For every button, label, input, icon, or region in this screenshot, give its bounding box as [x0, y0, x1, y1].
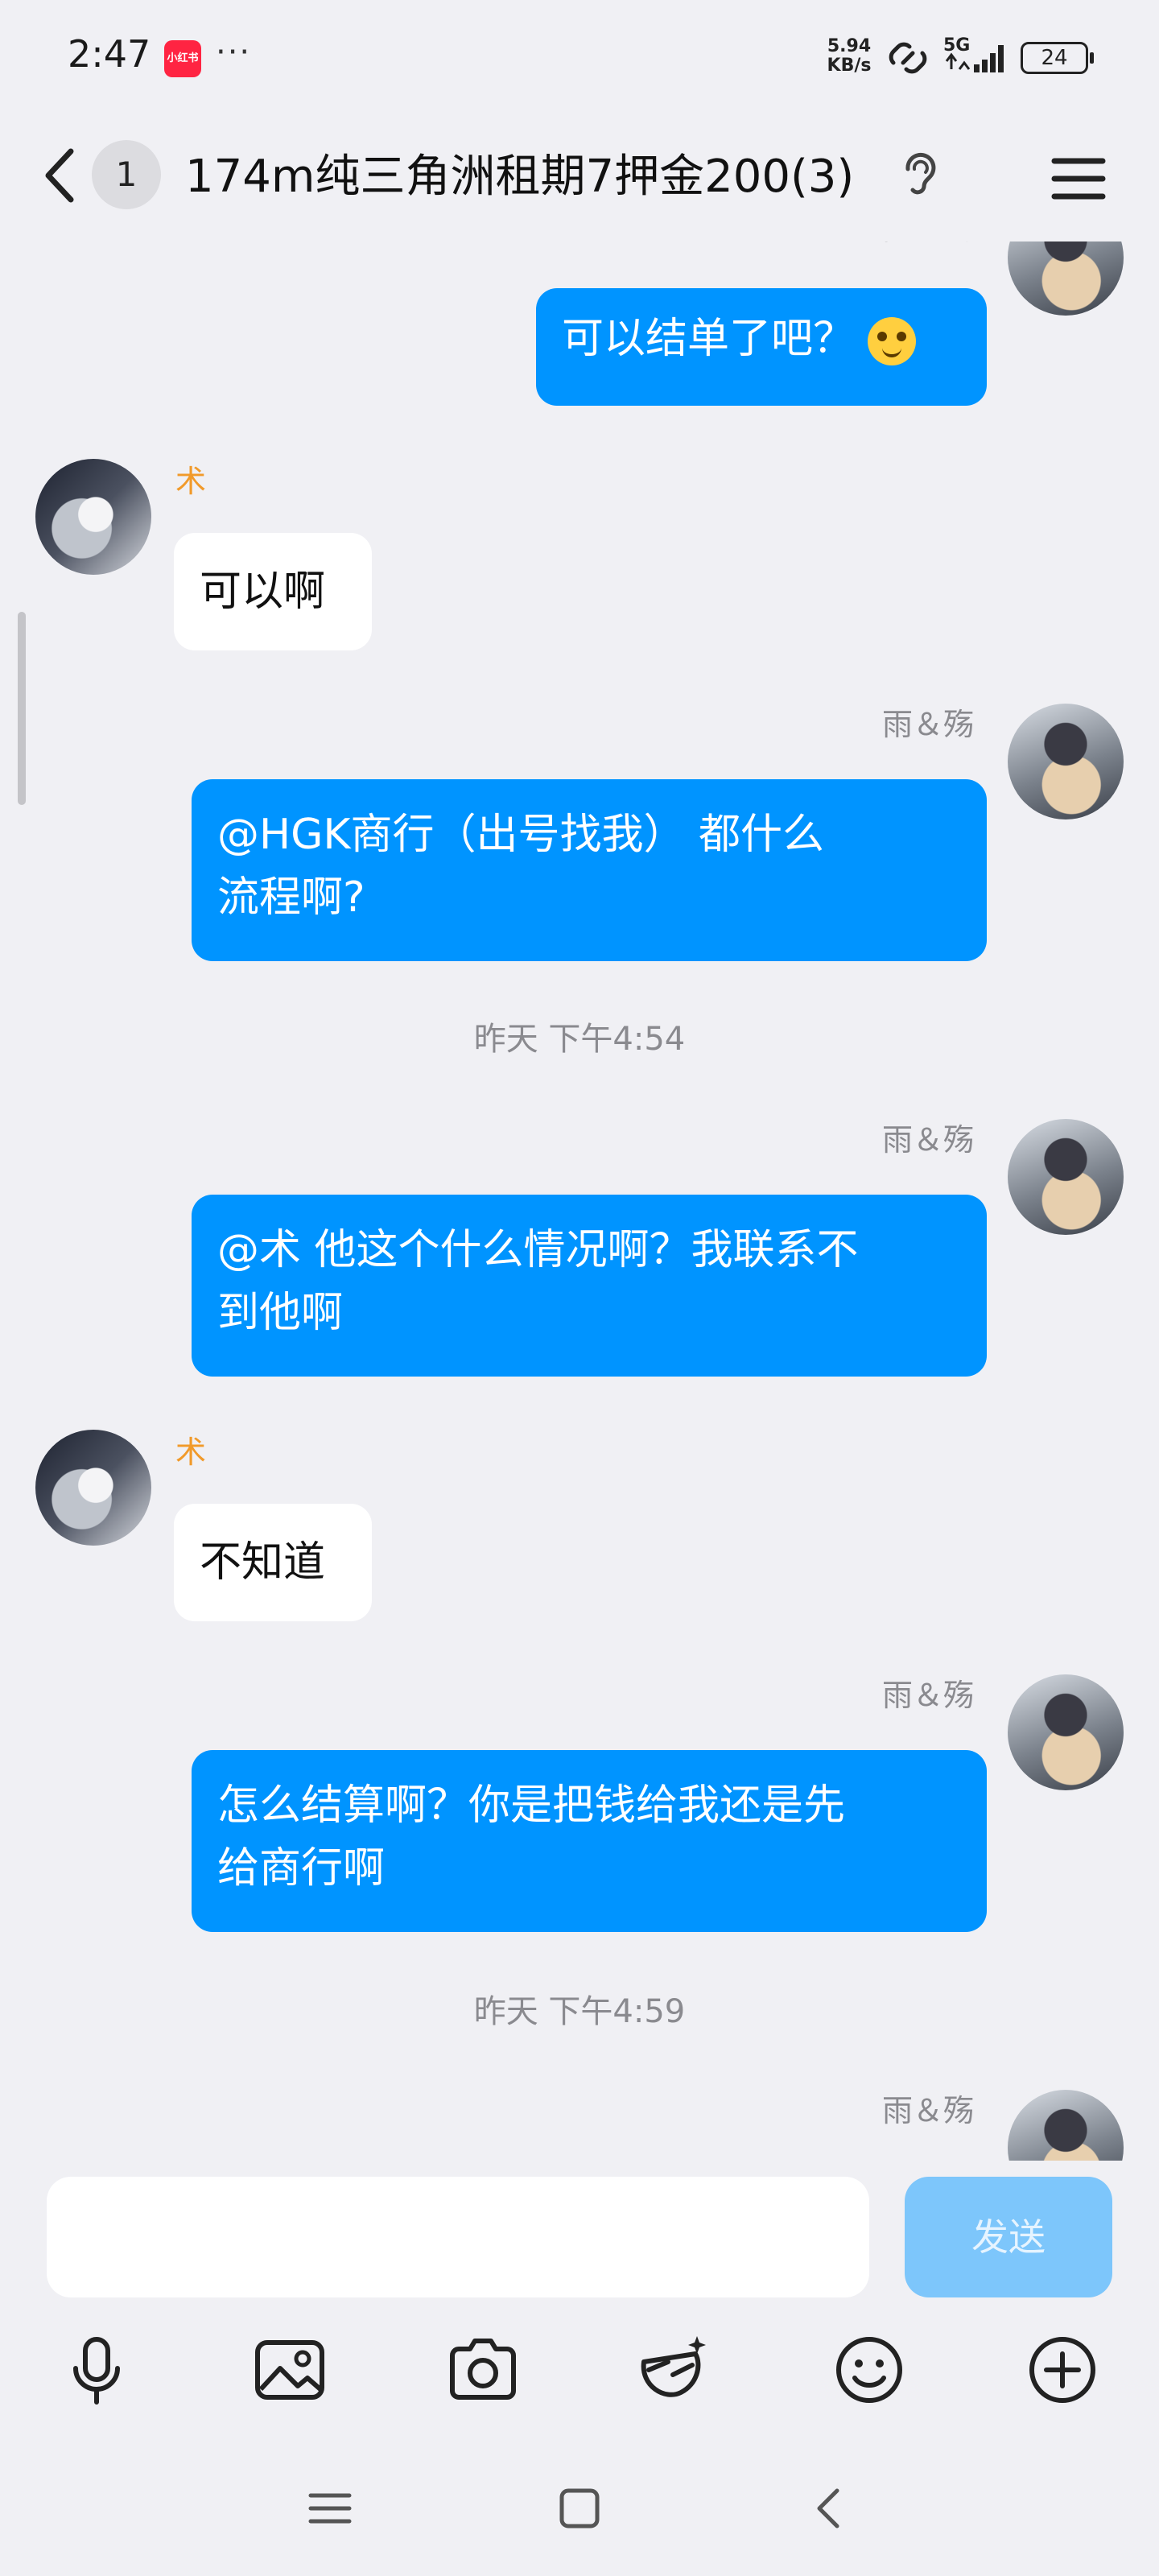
grinning-emoji-icon: [868, 317, 917, 365]
message-text-line: @术 他这个什么情况啊？我联系不: [217, 1226, 859, 1274]
avatar[interactable]: [1008, 242, 1124, 316]
message-bubble[interactable]: 可以结单了吧？: [536, 288, 987, 406]
network-speed-value: 5.94: [827, 36, 872, 56]
sender-name: 雨＆殇: [881, 1122, 974, 1158]
sender-name: 雨＆殇: [882, 242, 974, 248]
sender-name: 雨＆殇: [881, 707, 974, 742]
camera-icon[interactable]: [443, 2330, 523, 2410]
network-speed-unit: KB/s: [827, 56, 872, 76]
avatar[interactable]: [1008, 1674, 1124, 1790]
message-text: 可以结单了吧？: [562, 315, 856, 363]
microphone-icon[interactable]: [56, 2330, 137, 2410]
message-text-line: 流程啊?: [217, 873, 365, 922]
message-text: 可以啊: [200, 568, 326, 616]
chat-toolbar: [0, 2302, 1159, 2431]
status-time: 2:47: [68, 32, 151, 76]
message-text-line: 怎么结算啊？你是把钱给我还是先: [217, 1781, 846, 1830]
avatar[interactable]: [35, 459, 151, 575]
sender-name: 术: [175, 1435, 207, 1470]
timestamp-divider: 昨天 下午4:54: [473, 1021, 686, 1058]
emoji-icon[interactable]: [829, 2330, 909, 2410]
unread-count-badge[interactable]: 1: [92, 140, 161, 209]
avatar[interactable]: [35, 1430, 151, 1546]
message-bubble[interactable]: @术 他这个什么情况啊？我联系不 到他啊: [192, 1195, 987, 1377]
battery-indicator: 24: [1021, 42, 1094, 74]
back-nav-icon[interactable]: [797, 2476, 861, 2541]
message-input[interactable]: [47, 2177, 869, 2297]
send-button[interactable]: 发送: [905, 2177, 1112, 2297]
chat-message-list[interactable]: 雨＆殇 可以结单了吧？ 术 可以啊 雨＆殇 @HGK商行（出号找我） 都什么 流…: [0, 242, 1159, 2161]
message-bubble[interactable]: @HGK商行（出号找我） 都什么 流程啊?: [192, 779, 987, 961]
status-bar: 2:47 小红书 ··· 5.94 KB/s 5G 24: [0, 0, 1159, 113]
earpiece-mode-icon[interactable]: [900, 148, 940, 204]
menu-button[interactable]: [1046, 147, 1111, 211]
hotspot-link-icon: [889, 42, 927, 74]
recent-apps-icon[interactable]: [298, 2476, 362, 2541]
sender-name: 雨＆殇: [881, 2093, 974, 2128]
scrollbar[interactable]: [18, 612, 26, 805]
game-icon[interactable]: [633, 2330, 713, 2410]
back-button[interactable]: [35, 143, 84, 208]
system-navigation-bar: [0, 2431, 1159, 2576]
network-speed: 5.94 KB/s: [821, 37, 877, 76]
sender-name: 雨＆殇: [881, 1678, 974, 1713]
avatar[interactable]: [1008, 2090, 1124, 2161]
plus-icon[interactable]: [1022, 2330, 1103, 2410]
signal-strength-icon: [945, 45, 1004, 72]
message-text-line: @HGK商行（出号找我） 都什么: [217, 811, 825, 859]
message-bubble[interactable]: 不知道: [174, 1504, 372, 1621]
app-notification-icon: 小红书: [164, 40, 201, 77]
avatar[interactable]: [1008, 704, 1124, 819]
message-text-line: 给商行啊: [217, 1844, 386, 1893]
chat-header: 1 174m纯三角洲租期7押金200(3): [0, 113, 1159, 242]
avatar[interactable]: [1008, 1119, 1124, 1235]
sender-name: 术: [175, 464, 207, 499]
page-title[interactable]: 174m纯三角洲租期7押金200(3): [185, 145, 854, 209]
message-text: 不知道: [200, 1538, 326, 1587]
timestamp-divider: 昨天 下午4:59: [473, 1993, 686, 2030]
message-bubble[interactable]: 怎么结算啊？你是把钱给我还是先 给商行啊: [192, 1750, 987, 1932]
home-icon[interactable]: [547, 2476, 612, 2541]
message-bubble[interactable]: 可以啊: [174, 533, 372, 650]
message-text-line: 到他啊: [217, 1289, 344, 1337]
more-notifications-icon: ···: [216, 34, 252, 71]
image-icon[interactable]: [250, 2330, 330, 2410]
